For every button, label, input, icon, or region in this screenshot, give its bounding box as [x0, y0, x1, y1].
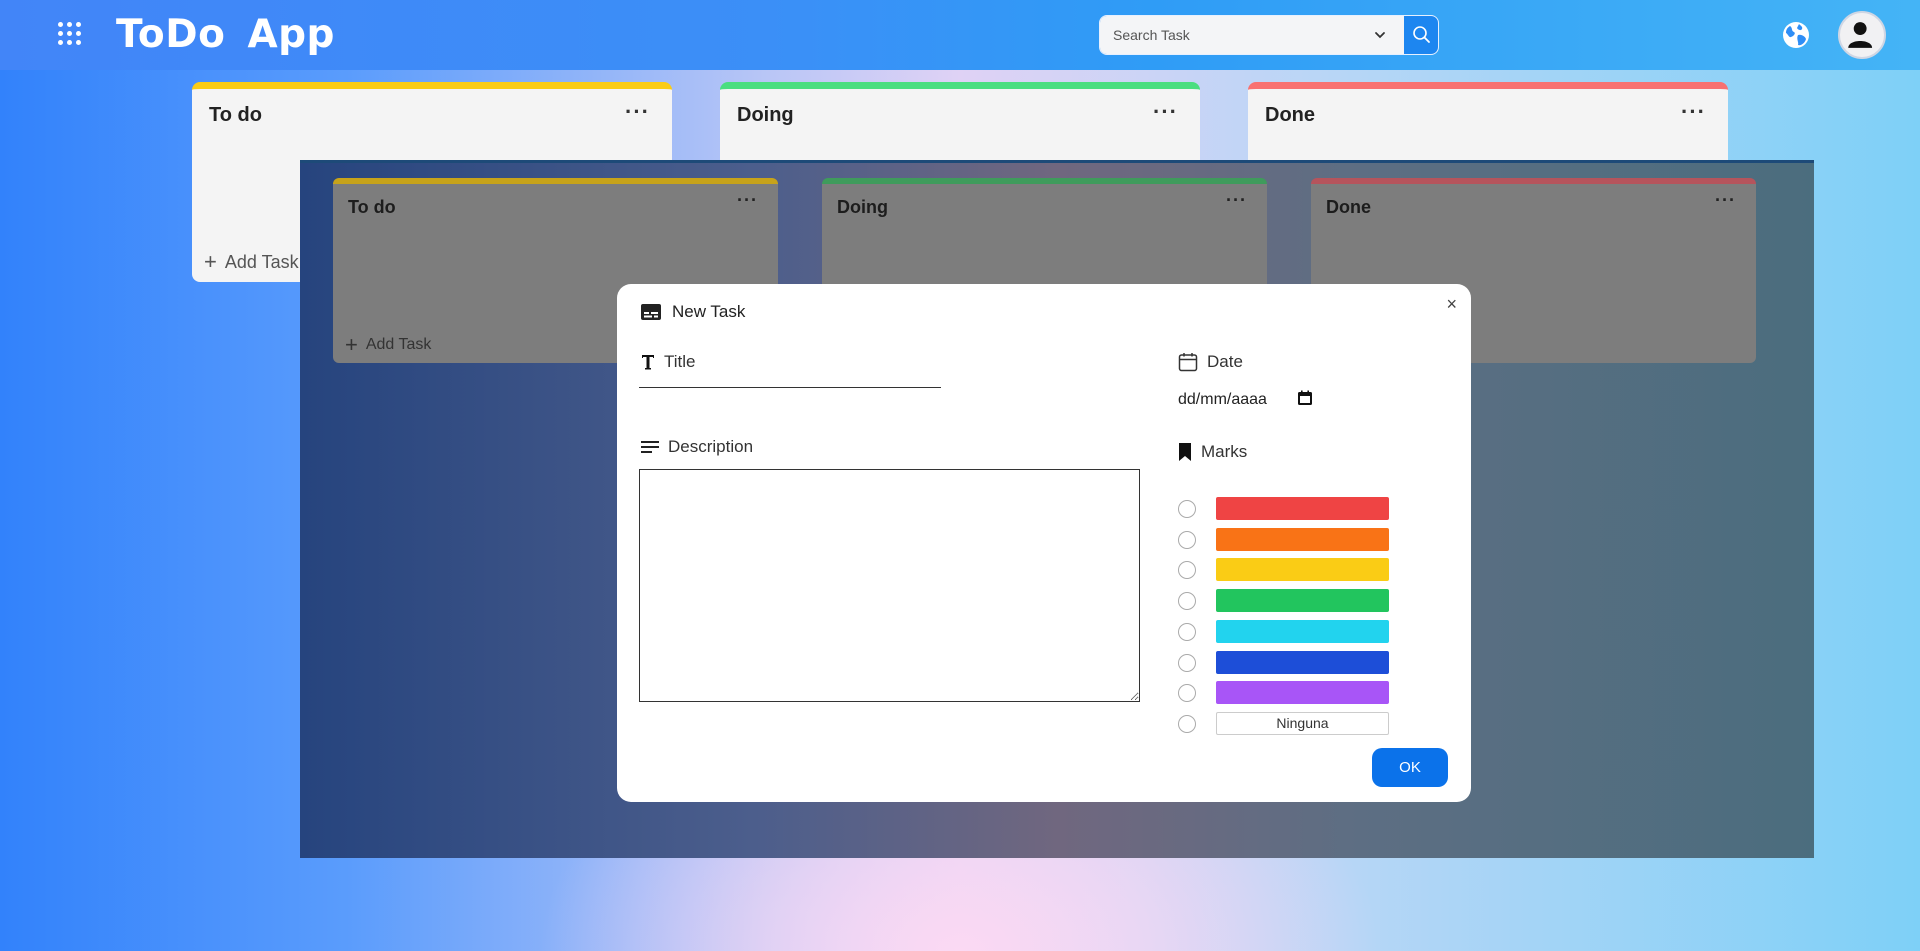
modal-header: New Task [641, 302, 745, 322]
column-menu-button[interactable]: ··· [1715, 190, 1736, 211]
avatar[interactable] [1838, 11, 1886, 59]
column-done: Done ··· [1248, 82, 1728, 172]
mark-option[interactable] [1178, 528, 1418, 551]
add-task-label: Add Task [365, 336, 432, 353]
mark-option[interactable] [1178, 589, 1418, 612]
date-label-text: Date [1207, 352, 1243, 371]
search-icon[interactable] [1404, 16, 1438, 54]
mark-option[interactable] [1178, 497, 1418, 520]
date-input[interactable]: dd/mm/aaaa [1178, 391, 1267, 409]
column-menu-button[interactable]: ··· [1226, 190, 1247, 211]
column-menu-button[interactable]: ··· [1153, 99, 1178, 125]
mark-swatch[interactable] [1216, 620, 1389, 643]
top-navbar: ToDo App [0, 0, 1920, 70]
mark-option[interactable] [1178, 620, 1418, 643]
column-menu-button[interactable]: ··· [737, 190, 758, 211]
mark-swatch[interactable] [1216, 497, 1389, 520]
subtitles-icon [641, 304, 661, 320]
column-title: To do [209, 104, 262, 126]
column-title: Doing [837, 197, 888, 217]
mark-radio[interactable] [1178, 623, 1196, 641]
mark-option[interactable] [1178, 651, 1418, 674]
column-menu-button[interactable]: ··· [1681, 99, 1706, 125]
mark-radio[interactable] [1178, 531, 1196, 549]
add-task-label: Add Task [224, 251, 299, 272]
mark-option[interactable]: Ninguna [1178, 712, 1418, 735]
marks-label: Marks [1178, 442, 1247, 462]
plus-icon: + [345, 332, 358, 357]
title-input[interactable] [639, 364, 941, 388]
mark-option[interactable] [1178, 681, 1418, 704]
mark-swatch[interactable] [1216, 558, 1389, 581]
plus-icon: + [204, 249, 217, 274]
mark-radio[interactable] [1178, 592, 1196, 610]
mark-swatch[interactable] [1216, 651, 1389, 674]
calendar-picker-icon[interactable] [1297, 390, 1313, 406]
search-input[interactable] [1100, 16, 1404, 54]
close-icon[interactable]: × [1446, 294, 1457, 315]
modal-title: New Task [672, 302, 746, 321]
mark-swatch[interactable] [1216, 681, 1389, 704]
notes-lines-icon [641, 441, 659, 453]
apps-grid-icon[interactable] [58, 22, 84, 48]
ok-button[interactable]: OK [1372, 748, 1448, 787]
description-label: Description [641, 437, 753, 457]
column-title: Done [1326, 197, 1371, 217]
mark-swatch[interactable] [1216, 528, 1389, 551]
add-task-button[interactable]: + Add Task [345, 332, 431, 358]
column-doing: Doing ··· [720, 82, 1200, 172]
search-bar [1099, 15, 1439, 55]
mark-radio[interactable] [1178, 561, 1196, 579]
column-title: Doing [737, 104, 794, 126]
mark-option[interactable] [1178, 558, 1418, 581]
new-task-modal: × New Task Title Description Date dd/mm/… [617, 284, 1471, 802]
mark-radio[interactable] [1178, 715, 1196, 733]
chevron-down-icon[interactable] [1372, 27, 1388, 43]
date-label: Date [1178, 352, 1243, 372]
mark-swatch-none[interactable]: Ninguna [1216, 712, 1389, 735]
user-avatar-icon [1848, 22, 1873, 48]
bookmark-icon [1179, 443, 1191, 461]
marks-label-text: Marks [1201, 442, 1248, 461]
calendar-icon [1178, 353, 1198, 372]
description-textarea[interactable] [639, 469, 1140, 702]
column-menu-button[interactable]: ··· [625, 99, 650, 125]
column-title: To do [348, 197, 396, 217]
app-title: ToDo App [116, 12, 335, 57]
column-title: Done [1265, 104, 1315, 126]
mark-swatch[interactable] [1216, 589, 1389, 612]
mark-radio[interactable] [1178, 500, 1196, 518]
add-task-button[interactable]: + Add Task [204, 249, 299, 275]
mark-radio[interactable] [1178, 654, 1196, 672]
mark-radio[interactable] [1178, 684, 1196, 702]
description-label-text: Description [668, 437, 754, 456]
globe-icon[interactable] [1781, 20, 1811, 50]
